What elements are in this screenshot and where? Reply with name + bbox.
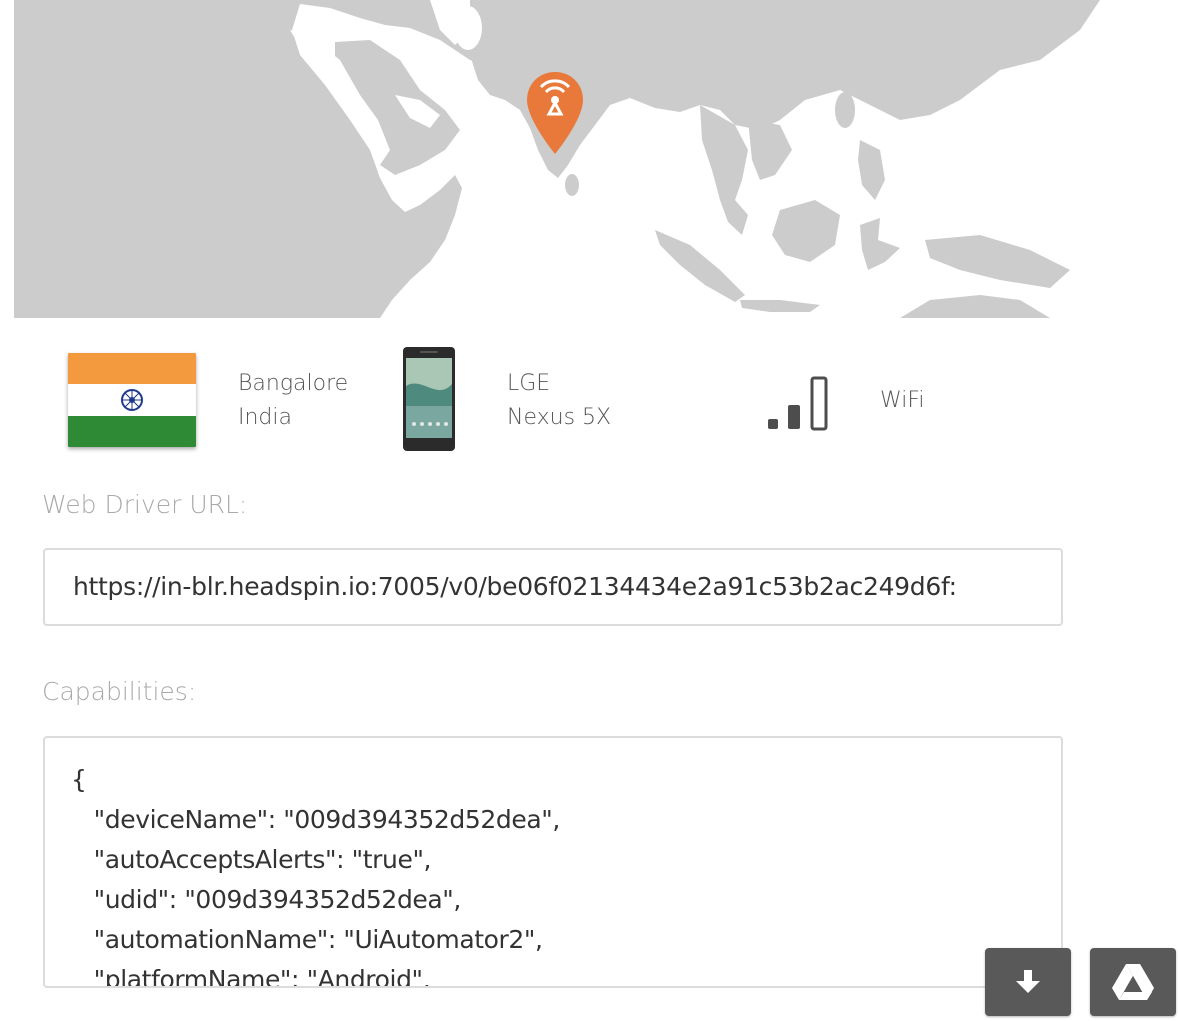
location-city: Bangalore <box>238 371 349 396</box>
radio-tower-pin-icon[interactable] <box>524 70 586 156</box>
webdriver-url-value[interactable]: https://in-blr.headspin.io:7005/v0/be06f… <box>73 572 957 601</box>
phone-icon <box>403 347 455 451</box>
download-button[interactable] <box>985 948 1071 1016</box>
india-flag-icon <box>68 353 196 447</box>
signal-strength-icon <box>768 376 828 431</box>
device-info-row: Bangalore India LGE Nexus 5X WiFi <box>0 340 1178 460</box>
webdriver-url-label: Web Driver URL: <box>42 490 248 519</box>
device-text: LGE Nexus 5X <box>507 367 611 435</box>
device-model: Nexus 5X <box>507 405 612 430</box>
webdriver-url-field[interactable]: https://in-blr.headspin.io:7005/v0/be06f… <box>43 548 1063 626</box>
capabilities-value[interactable]: { "deviceName": "009d394352d52dea", "aut… <box>71 760 560 986</box>
location-country: India <box>238 405 292 430</box>
location-map[interactable] <box>0 0 1178 318</box>
location-text: Bangalore India <box>238 367 348 435</box>
capabilities-textarea[interactable]: { "deviceName": "009d394352d52dea", "aut… <box>43 736 1063 988</box>
device-manufacturer: LGE <box>507 371 551 396</box>
network-type: WiFi <box>880 388 925 413</box>
capabilities-label: Capabilities: <box>42 677 197 706</box>
google-drive-button[interactable] <box>1090 948 1176 1016</box>
download-arrow-icon <box>1016 970 1040 993</box>
google-drive-icon <box>1112 964 1154 1000</box>
